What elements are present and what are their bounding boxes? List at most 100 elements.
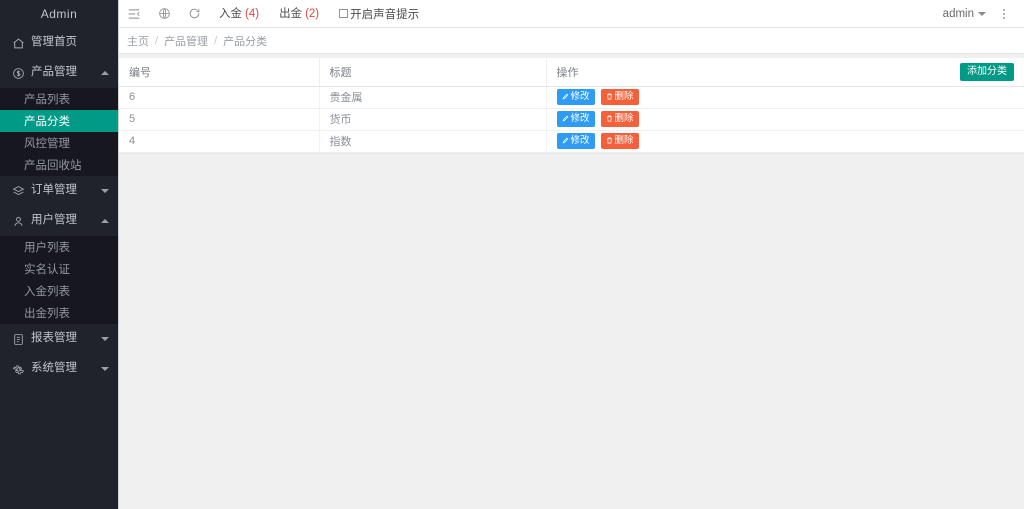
chevron-down-icon[interactable] — [101, 367, 109, 371]
checkbox-icon[interactable] — [339, 9, 348, 18]
deposit-link[interactable]: 入金(4) — [209, 0, 269, 28]
add-category-button[interactable]: 添加分类 — [960, 63, 1014, 81]
sidebar-group-report: 报表管理 — [0, 324, 118, 354]
sidebar-group-order: 订单管理 — [0, 176, 118, 206]
withdraw-count: (2) — [305, 8, 319, 20]
withdraw-link[interactable]: 出金(2) — [269, 0, 329, 28]
chevron-up-icon[interactable] — [101, 71, 109, 75]
sidebar-item-label: 报表管理 — [31, 333, 97, 345]
chevron-down-icon[interactable] — [101, 189, 109, 193]
sidebar-subitem-label: 出金列表 — [24, 305, 70, 321]
column-header-operations: 操作 添加分类 — [546, 58, 1024, 86]
delete-button[interactable]: 删除 — [601, 111, 639, 126]
sidebar-subitem-label: 产品分类 — [24, 113, 70, 129]
sidebar-item-user-management[interactable]: 用户管理 — [0, 206, 118, 236]
sidebar-item-label: 管理首页 — [31, 37, 109, 49]
header-left-tools: 入金(4) 出金(2) 开启声音提示 — [119, 0, 429, 27]
delete-button-label: 删除 — [615, 113, 634, 124]
sidebar-item-report-management[interactable]: 报表管理 — [0, 324, 118, 354]
deposit-count: (4) — [245, 8, 259, 20]
sidebar-item-deposit-list[interactable]: 入金列表 — [0, 280, 118, 302]
cell-title: 指数 — [319, 130, 546, 152]
chevron-up-icon[interactable] — [101, 219, 109, 223]
layers-icon — [11, 184, 25, 198]
withdraw-label: 出金 — [279, 8, 302, 20]
delete-button[interactable]: 删除 — [601, 89, 639, 104]
sound-toggle[interactable]: 开启声音提示 — [329, 6, 429, 22]
delete-button[interactable]: 删除 — [601, 133, 639, 148]
sidebar-item-risk-control[interactable]: 风控管理 — [0, 132, 118, 154]
breadcrumb: 主页 / 产品管理 / 产品分类 — [119, 28, 1024, 54]
cell-id: 4 — [119, 130, 319, 152]
edit-button[interactable]: 修改 — [557, 111, 595, 126]
category-table: 编号 标题 操作 添加分类 6 贵金属 — [119, 58, 1024, 153]
top-header: 入金(4) 出金(2) 开启声音提示 admin — [119, 0, 1024, 28]
edit-button[interactable]: 修改 — [557, 133, 595, 148]
sidebar-item-dashboard[interactable]: 管理首页 — [0, 28, 118, 58]
sidebar-item-product-management[interactable]: 产品管理 — [0, 58, 118, 88]
edit-button-label: 修改 — [571, 113, 590, 124]
sidebar-item-real-name-verify[interactable]: 实名认证 — [0, 258, 118, 280]
sidebar-logo: Admin — [0, 0, 118, 28]
sidebar-item-withdraw-list[interactable]: 出金列表 — [0, 302, 118, 324]
more-options-icon[interactable] — [994, 0, 1014, 28]
breadcrumb-item-home[interactable]: 主页 — [127, 33, 149, 49]
cell-operations: 修改 删除 — [546, 130, 1024, 152]
report-icon — [11, 332, 25, 346]
sidebar-item-label: 订单管理 — [31, 185, 97, 197]
refresh-icon[interactable] — [179, 0, 209, 28]
cell-id: 6 — [119, 86, 319, 108]
sidebar-group-system: 系统管理 — [0, 354, 118, 384]
user-menu[interactable]: admin — [943, 8, 986, 20]
dollar-circle-icon — [11, 66, 25, 80]
main-area: 入金(4) 出金(2) 开启声音提示 admin 主页 / 产品管理 / 产品分… — [118, 0, 1024, 509]
home-icon — [11, 36, 25, 50]
sidebar-group-dashboard: 管理首页 — [0, 28, 118, 58]
edit-button-label: 修改 — [571, 91, 590, 102]
table-row[interactable]: 5 货币 修改 删除 — [119, 108, 1024, 130]
sidebar-subitem-label: 产品列表 — [24, 91, 70, 107]
gear-icon — [11, 362, 25, 376]
sidebar-subitem-label: 产品回收站 — [24, 157, 82, 173]
table-head: 编号 标题 操作 添加分类 — [119, 58, 1024, 86]
sidebar-item-system-management[interactable]: 系统管理 — [0, 354, 118, 384]
delete-button-label: 删除 — [615, 135, 634, 146]
sidebar-item-order-management[interactable]: 订单管理 — [0, 176, 118, 206]
chevron-down-icon[interactable] — [101, 337, 109, 341]
table-row[interactable]: 4 指数 修改 删除 — [119, 130, 1024, 152]
sidebar-item-label: 用户管理 — [31, 215, 97, 227]
sidebar-item-product-category[interactable]: 产品分类 — [0, 110, 118, 132]
cell-id: 5 — [119, 108, 319, 130]
sidebar-item-product-recycle-bin[interactable]: 产品回收站 — [0, 154, 118, 176]
sidebar-subitem-label: 风控管理 — [24, 135, 70, 151]
breadcrumb-item-current: 产品分类 — [223, 33, 267, 49]
cell-title: 货币 — [319, 108, 546, 130]
globe-icon[interactable] — [149, 0, 179, 28]
table-body: 6 贵金属 修改 删除 — [119, 86, 1024, 152]
chevron-down-icon — [978, 12, 986, 16]
sidebar-subitem-label: 实名认证 — [24, 261, 70, 277]
menu-fold-icon[interactable] — [119, 0, 149, 28]
sidebar-group-product: 产品管理 产品列表 产品分类 风控管理 产品回收站 — [0, 58, 118, 176]
content-area: 编号 标题 操作 添加分类 6 贵金属 — [119, 54, 1024, 509]
column-header-id: 编号 — [119, 58, 319, 86]
breadcrumb-item-product-management[interactable]: 产品管理 — [164, 33, 208, 49]
user-icon — [11, 214, 25, 228]
deposit-label: 入金 — [219, 8, 242, 20]
cell-operations: 修改 删除 — [546, 108, 1024, 130]
table-header-row: 编号 标题 操作 添加分类 — [119, 58, 1024, 86]
sidebar-item-product-list[interactable]: 产品列表 — [0, 88, 118, 110]
table-row[interactable]: 6 贵金属 修改 删除 — [119, 86, 1024, 108]
sound-toggle-label: 开启声音提示 — [350, 6, 419, 22]
breadcrumb-separator: / — [214, 35, 217, 47]
cell-title: 贵金属 — [319, 86, 546, 108]
category-table-card: 编号 标题 操作 添加分类 6 贵金属 — [119, 58, 1024, 154]
edit-button[interactable]: 修改 — [557, 89, 595, 104]
sidebar-submenu-product: 产品列表 产品分类 风控管理 产品回收站 — [0, 88, 118, 176]
sidebar-submenu-user: 用户列表 实名认证 入金列表 出金列表 — [0, 236, 118, 324]
sidebar-subitem-label: 用户列表 — [24, 239, 70, 255]
column-header-title: 标题 — [319, 58, 546, 86]
cell-operations: 修改 删除 — [546, 86, 1024, 108]
sidebar-item-label: 系统管理 — [31, 363, 97, 375]
sidebar-item-user-list[interactable]: 用户列表 — [0, 236, 118, 258]
